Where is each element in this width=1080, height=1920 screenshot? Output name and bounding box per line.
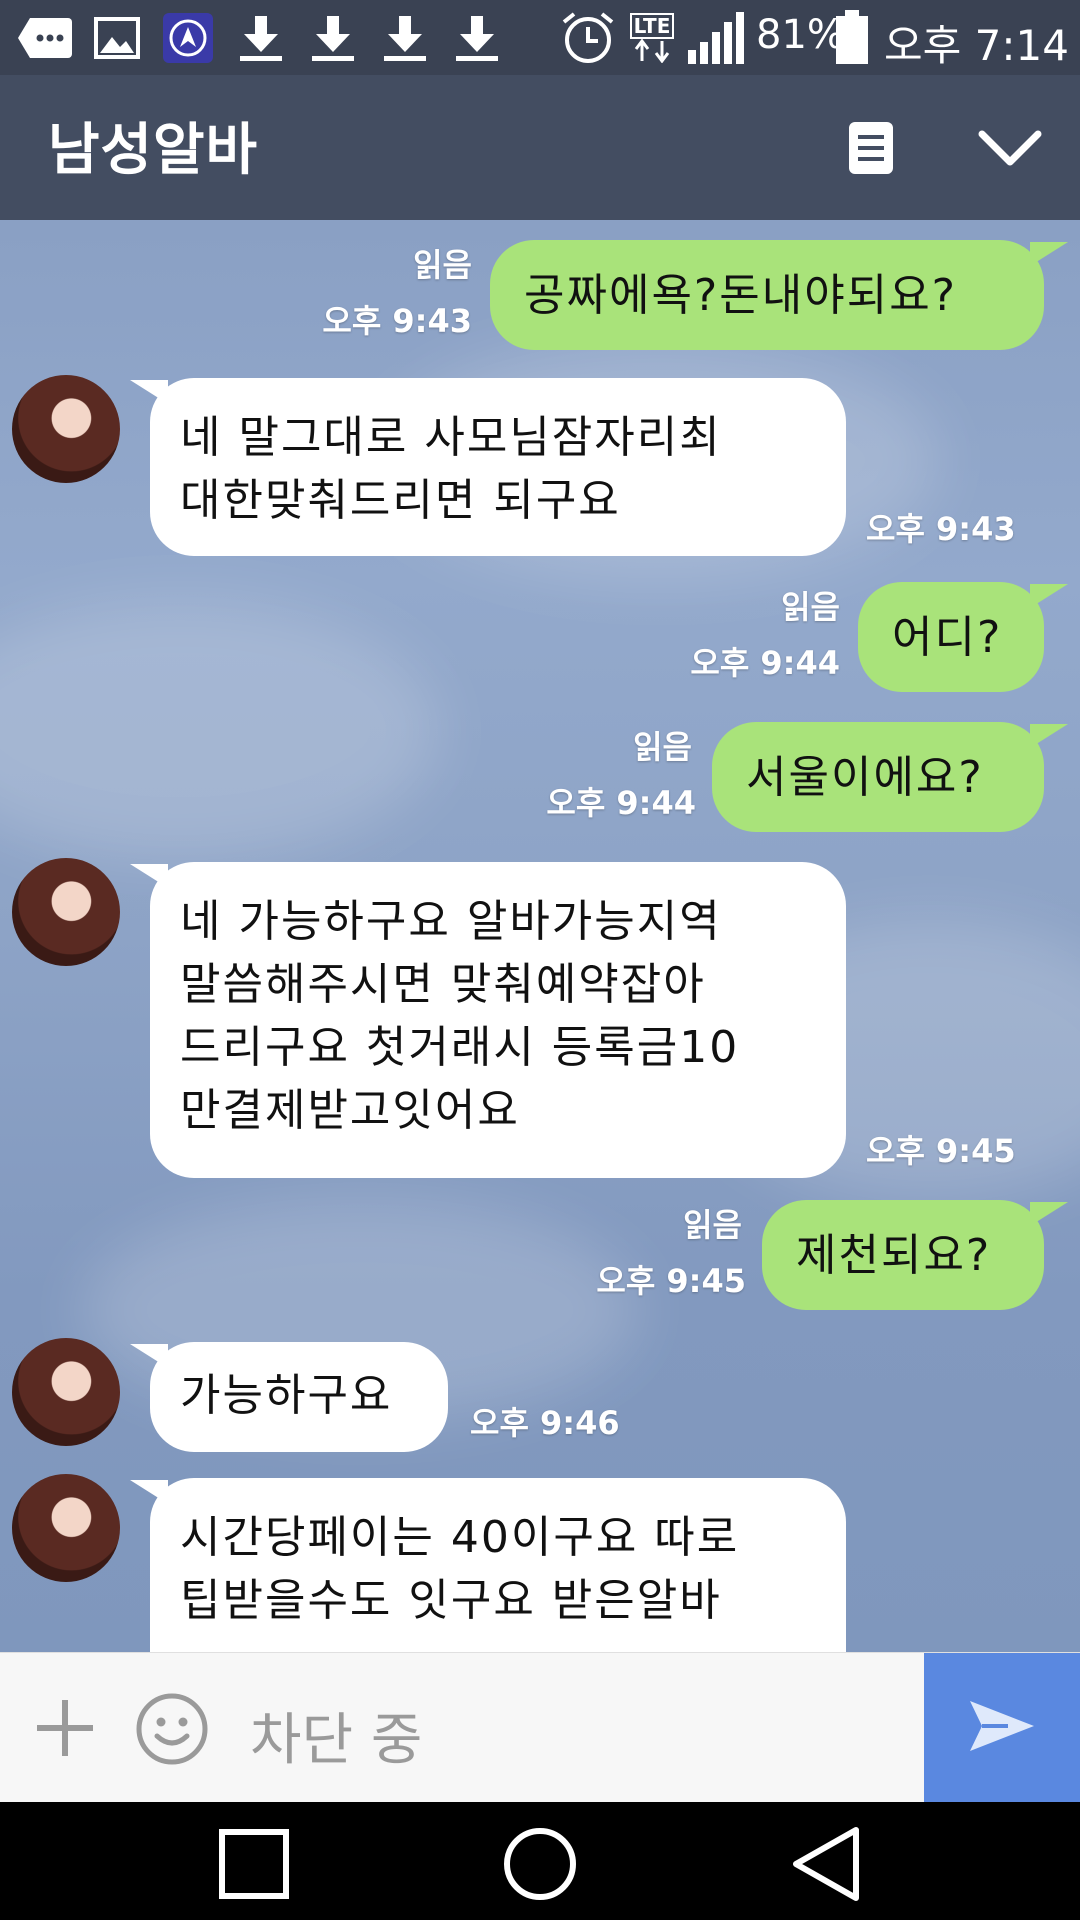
- back-icon[interactable]: [786, 1824, 866, 1904]
- bubble-tail: [1030, 1202, 1068, 1226]
- download-icon: [236, 10, 286, 66]
- send-icon: [968, 1699, 1036, 1757]
- message-input-bar: 차단 중: [0, 1652, 1080, 1803]
- read-receipt: 읽음: [781, 588, 840, 626]
- read-receipt: 읽음: [633, 728, 692, 766]
- chevron-down-icon[interactable]: [972, 113, 1048, 183]
- recent-apps-icon[interactable]: [214, 1824, 294, 1904]
- message-time: 오후 9:46: [470, 1404, 620, 1442]
- message-bubble-outgoing[interactable]: 어디?: [858, 582, 1044, 692]
- status-bar: LTE 81% 오후 7:14: [0, 0, 1080, 75]
- message-time: 오후 9:43: [866, 510, 1016, 548]
- chat-icon: [14, 10, 74, 66]
- battery-icon: [832, 10, 872, 66]
- plus-icon[interactable]: [30, 1693, 100, 1763]
- message-bubble-outgoing[interactable]: 서울이에요?: [712, 722, 1044, 832]
- message-bubble-incoming[interactable]: 시간당페이는 40이구요 따로 팁받을수도 잇구요 받은알바: [150, 1478, 846, 1652]
- message-bubble-incoming[interactable]: 가능하구요: [150, 1342, 448, 1452]
- navigation-bar: [0, 1802, 1080, 1920]
- message-bubble-outgoing[interactable]: 공짜에욕?돈내야되요?: [490, 240, 1044, 350]
- background-cloud: [0, 600, 440, 860]
- lte-icon: LTE: [628, 10, 676, 66]
- message-bubble-outgoing[interactable]: 제천되요?: [762, 1200, 1044, 1310]
- download-icon: [380, 10, 430, 66]
- bubble-tail: [1030, 242, 1068, 266]
- home-icon[interactable]: [500, 1824, 580, 1904]
- chat-header: 남성알바: [0, 75, 1080, 220]
- chat-title: 남성알바: [48, 118, 259, 183]
- bubble-tail: [1030, 584, 1068, 608]
- avatar[interactable]: [12, 375, 120, 483]
- read-receipt: 읽음: [683, 1206, 742, 1244]
- menu-icon[interactable]: [836, 113, 906, 183]
- download-icon: [308, 10, 358, 66]
- clock: 오후 7:14: [884, 21, 1069, 70]
- alarm-icon: [558, 10, 618, 66]
- message-input[interactable]: 차단 중: [250, 1695, 422, 1776]
- message-time: 오후 9:44: [546, 784, 696, 822]
- message-bubble-incoming[interactable]: 네 말그대로 사모님잠자리최 대한맞춰드리면 되구요: [150, 378, 846, 556]
- image-icon: [92, 10, 142, 66]
- message-bubble-incoming[interactable]: 네 가능하구요 알바가능지역 말씀해주시면 맞춰예약잡아 드리구요 첫거래시 등…: [150, 862, 846, 1178]
- avatar[interactable]: [12, 858, 120, 966]
- avatar[interactable]: [12, 1338, 120, 1446]
- message-time: 오후 9:44: [690, 644, 840, 682]
- message-time: 오후 9:45: [866, 1132, 1016, 1170]
- read-receipt: 읽음: [413, 246, 472, 284]
- send-button[interactable]: [924, 1653, 1080, 1803]
- app-icon: [162, 10, 214, 66]
- download-icon: [452, 10, 502, 66]
- emoji-icon[interactable]: [134, 1691, 210, 1767]
- message-time: 오후 9:45: [596, 1262, 746, 1300]
- signal-icon: [684, 10, 748, 66]
- chat-messages[interactable]: 읽음 오후 9:43 공짜에욕?돈내야되요? 네 말그대로 사모님잠자리최 대한…: [0, 220, 1080, 1652]
- message-time: 오후 9:43: [322, 302, 472, 340]
- avatar[interactable]: [12, 1474, 120, 1582]
- bubble-tail: [1030, 724, 1068, 748]
